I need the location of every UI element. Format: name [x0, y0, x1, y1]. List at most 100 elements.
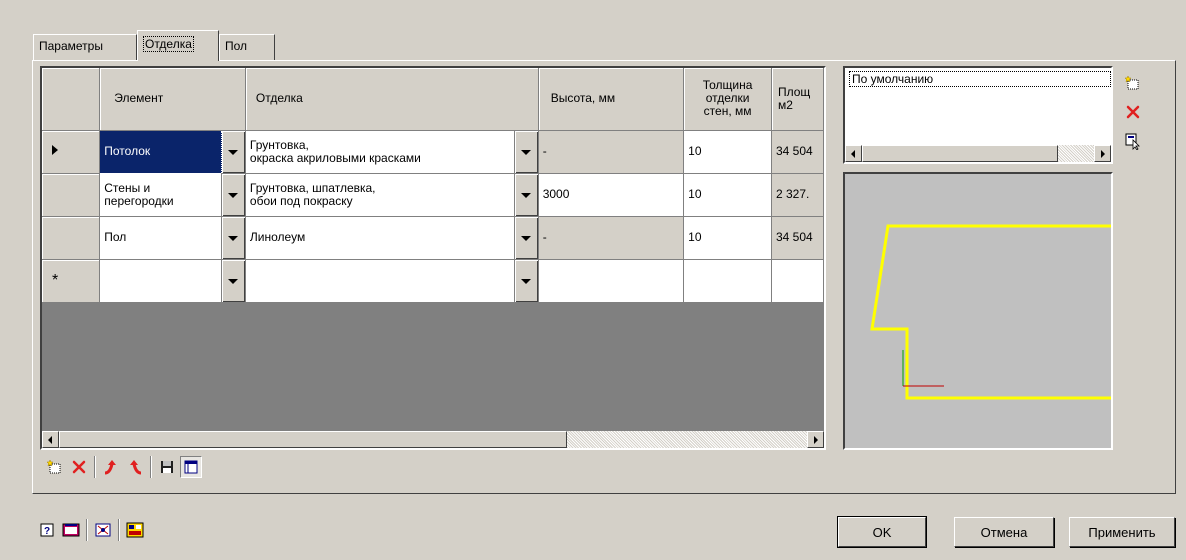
table-view-button[interactable] [180, 456, 202, 478]
area-cell: 34 504 [771, 216, 824, 260]
tab-floor[interactable]: Пол [219, 34, 275, 60]
finish-dropdown-button[interactable] [514, 259, 539, 303]
outline-preview [843, 172, 1131, 450]
ok-button-label: OK [872, 524, 892, 540]
delete-row-button[interactable] [68, 456, 90, 478]
cancel-button[interactable]: Отмена [954, 517, 1054, 547]
scroll-left-button[interactable] [845, 145, 862, 162]
height-value: - [542, 144, 547, 158]
room-outline-drawing [870, 224, 1131, 400]
thickness-cell[interactable] [683, 259, 772, 303]
row-selector[interactable] [42, 130, 101, 174]
grid-horizontal-scrollbar[interactable] [42, 431, 824, 448]
column-header-element[interactable]: Элемент [99, 68, 246, 131]
chevron-down-icon [228, 150, 239, 155]
finish-cell[interactable] [245, 259, 515, 303]
tab-label: Параметры [39, 39, 103, 53]
finish-cell[interactable]: Линолеум [245, 216, 515, 260]
table-row[interactable]: Пол Линолеум - 10 34 504 [42, 216, 824, 260]
area-cell: 34 504 [771, 130, 824, 174]
table-row[interactable]: Стены и перегородки Грунтовка, шпатлевка… [42, 173, 824, 217]
chevron-down-icon [521, 150, 532, 155]
element-cell[interactable]: Пол [99, 216, 222, 260]
scroll-right-button[interactable] [807, 431, 824, 448]
finish-dropdown-button[interactable] [514, 130, 539, 174]
element-cell[interactable]: Потолок [99, 129, 222, 174]
layout-button[interactable] [124, 519, 146, 541]
layout-icon [126, 522, 144, 538]
tab-parameters[interactable]: Параметры [33, 34, 137, 60]
column-header-height[interactable]: Высота, мм [538, 68, 685, 131]
table-row[interactable]: Потолок Грунтовка, окраска акриловыми кр… [42, 129, 824, 174]
new-item-icon [46, 459, 61, 474]
element-value: Пол [104, 230, 127, 244]
column-header-label: Площ м2 [777, 84, 811, 112]
column-header-label: Высота, мм [550, 91, 616, 106]
arrow-left-icon [851, 150, 855, 158]
column-header-finish[interactable]: Отделка [245, 68, 539, 131]
svg-text:?: ? [44, 526, 50, 537]
column-header-area[interactable]: Площ м2 [771, 68, 824, 131]
area-cell: 2 327. [771, 173, 824, 217]
element-dropdown-button[interactable] [221, 173, 246, 217]
styles-toolbar [1122, 72, 1144, 152]
styles-listbox[interactable]: По умолчанию [843, 66, 1113, 164]
footer-toolbar: ? [36, 519, 146, 541]
column-header-thickness[interactable]: Толщина отделки стен, мм [683, 68, 772, 131]
apply-button[interactable]: Применить [1069, 517, 1175, 547]
finish-dropdown-button[interactable] [514, 216, 539, 260]
element-cell[interactable] [99, 259, 222, 303]
list-item[interactable]: По умолчанию [849, 71, 1111, 87]
scroll-thumb[interactable] [59, 431, 567, 448]
finish-value: Грунтовка, шпатлевка, обои под покраску [249, 180, 376, 208]
help-button[interactable]: ? [36, 519, 58, 541]
scroll-right-button[interactable] [1094, 145, 1111, 162]
row-selector[interactable] [42, 173, 101, 217]
corner-cell [42, 68, 101, 131]
save-button[interactable] [156, 456, 178, 478]
listbox-horizontal-scrollbar[interactable] [845, 145, 1111, 162]
thickness-cell[interactable]: 10 [683, 130, 772, 174]
new-row-selector[interactable]: * [42, 259, 101, 303]
thickness-cell[interactable]: 10 [683, 173, 772, 217]
current-row-icon [52, 145, 58, 155]
select-style-button[interactable] [1122, 130, 1144, 152]
finish-cell[interactable]: Грунтовка, шпатлевка, обои под покраску [245, 173, 515, 217]
delete-icon [72, 460, 86, 474]
properties-button[interactable] [60, 519, 82, 541]
finish-dropdown-button[interactable] [514, 173, 539, 217]
element-dropdown-button[interactable] [221, 130, 246, 174]
new-row[interactable]: * [42, 259, 824, 303]
grid-table: Элемент Отделка Высота, мм Толщина отдел… [42, 68, 824, 303]
height-cell[interactable]: - [538, 216, 685, 260]
grid-header-row: Элемент Отделка Высота, мм Толщина отдел… [42, 68, 824, 131]
apply-button-label: Применить [1088, 524, 1156, 540]
finish-cell[interactable]: Грунтовка, окраска акриловыми красками [245, 130, 515, 174]
finish-grid[interactable]: Элемент Отделка Высота, мм Толщина отдел… [40, 66, 826, 450]
element-dropdown-button[interactable] [221, 259, 246, 303]
height-cell[interactable]: - [538, 130, 685, 174]
add-row-button[interactable] [44, 456, 66, 478]
add-style-button[interactable] [1122, 72, 1144, 94]
move-up-button[interactable] [100, 456, 122, 478]
height-cell[interactable]: 3000 [538, 173, 685, 217]
scroll-left-button[interactable] [42, 431, 59, 448]
thickness-cell[interactable]: 10 [683, 216, 772, 260]
scroll-thumb[interactable] [862, 145, 1058, 162]
delete-style-button[interactable] [1122, 101, 1144, 123]
element-dropdown-button[interactable] [221, 216, 246, 260]
select-objects-button[interactable] [92, 519, 114, 541]
toolbar-separator [86, 519, 88, 541]
height-cell[interactable] [538, 259, 685, 303]
arrow-right-icon [1101, 150, 1105, 158]
arrow-left-icon [48, 436, 52, 444]
move-down-button[interactable] [124, 456, 146, 478]
tab-finish[interactable]: Отделка [137, 30, 219, 61]
cancel-button-label: Отмена [980, 524, 1028, 540]
element-cell[interactable]: Стены и перегородки [99, 173, 222, 217]
row-selector[interactable] [42, 216, 101, 260]
toolbar-separator [118, 519, 120, 541]
area-cell [771, 259, 824, 303]
ok-button[interactable]: OK [837, 516, 927, 548]
arrow-up-curved-icon [104, 460, 116, 475]
